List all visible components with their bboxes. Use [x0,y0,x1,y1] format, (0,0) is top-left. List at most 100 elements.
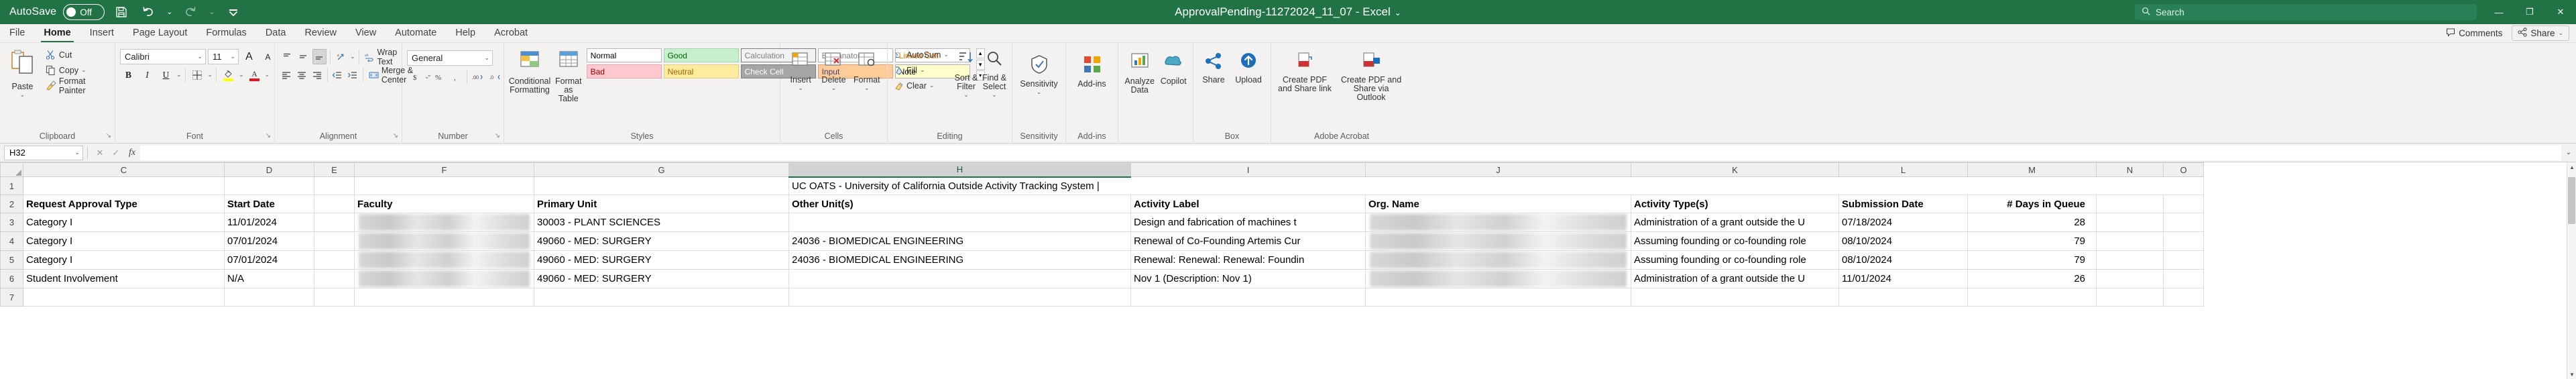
close-button[interactable]: ✕ [2545,0,2576,24]
grid-cell[interactable] [534,288,789,307]
copy-button[interactable]: Copy ⌄ [44,63,110,77]
grid-cell[interactable]: N/A [224,269,314,288]
confirm-edit-button[interactable]: ✓ [108,148,124,158]
increase-indent-icon[interactable] [346,67,359,83]
tab-data[interactable]: Data [256,23,296,42]
spreadsheet-grid[interactable]: CDEFGHIJKLMNO 1 UC OATS - University of C… [0,162,2576,379]
grid-cell[interactable] [2096,250,2164,270]
grid-cell[interactable] [2096,231,2164,251]
italic-button[interactable]: I [139,67,156,83]
font-dialog-launcher[interactable]: ↘ [266,130,271,142]
redacted-cell[interactable] [354,231,534,251]
row-header-3[interactable]: 3 [0,213,23,232]
sort-filter-button[interactable]: Sort & Filter ⌄ [953,48,979,99]
grid-cell[interactable] [1838,288,1968,307]
grid-cell[interactable] [314,269,355,288]
percent-style-icon[interactable]: % [430,69,447,85]
tab-file[interactable]: File [0,23,34,42]
alignment-dialog-launcher[interactable]: ↘ [393,130,398,142]
grid-cell[interactable]: Assuming founding or co-founding role [1631,250,1839,270]
underline-caret-icon[interactable]: ⌄ [176,71,182,78]
grid-cell[interactable]: Other Unit(s) [788,195,1131,213]
grid-cell[interactable]: Primary Unit [534,195,789,213]
grid-cell[interactable]: Renewal of Co-Founding Artemis Cur [1130,231,1366,251]
grid-cell[interactable] [1130,288,1366,307]
tab-page-layout[interactable]: Page Layout [123,23,196,42]
cell-style-bad[interactable]: Bad [586,64,662,78]
minimize-button[interactable]: — [2483,0,2514,24]
grid-cell[interactable] [1967,288,2097,307]
text-orientation-icon[interactable]: a [334,49,348,64]
row-header-6[interactable]: 6 [0,269,23,288]
grid-cell[interactable] [314,231,355,251]
increase-font-size-button[interactable]: A [241,49,257,64]
fill-button[interactable]: Fill ⌄ [892,63,951,77]
grid-cell[interactable] [2163,269,2204,288]
share-caret-icon[interactable]: ⌄ [2558,30,2563,37]
grid-cell[interactable] [224,288,314,307]
font-size-combo[interactable]: 11 ⌄ [208,49,239,64]
grid-cell[interactable]: 08/10/2024 [1838,250,1968,270]
grid-cell[interactable] [2163,288,2204,307]
font-name-caret-icon[interactable]: ⌄ [197,53,202,60]
grid-cell[interactable]: Design and fabrication of machines t [1130,213,1366,232]
grid-cell[interactable]: Student Involvement [23,269,225,288]
paste-button[interactable]: Paste ⌄ [5,47,40,99]
grid-cell[interactable]: 11/01/2024 [1838,269,1968,288]
redacted-cell[interactable] [354,213,534,232]
formula-input[interactable] [140,145,2561,160]
grid-cell[interactable]: Start Date [224,195,314,213]
clear-caret-icon[interactable]: ⌄ [929,82,935,89]
grid-cell[interactable] [23,176,225,195]
grid-cell[interactable]: Activity Type(s) [1631,195,1839,213]
fill-caret-icon[interactable]: ⌄ [920,66,925,74]
vertical-scrollbar[interactable]: ▲ ▼ [2567,162,2576,379]
tab-view[interactable]: View [346,23,386,42]
column-header-L[interactable]: L [1838,162,1968,177]
borders-icon[interactable] [189,67,206,83]
redacted-cell[interactable] [1365,213,1631,232]
grid-cell[interactable]: 79 [1967,250,2097,270]
grid-cell[interactable]: Request Approval Type [23,195,225,213]
grid-cell[interactable]: 24036 - BIOMEDICAL ENGINEERING [788,231,1131,251]
column-header-G[interactable]: G [534,162,789,177]
grid-cell[interactable]: 30003 - PLANT SCIENCES [534,213,789,232]
grid-cell[interactable]: Nov 1 (Description: Nov 1) [1130,269,1366,288]
grid-cell[interactable] [1365,288,1631,307]
addins-button[interactable]: Add-ins [1072,52,1112,89]
tab-help[interactable]: Help [446,23,485,42]
grid-cell[interactable]: Org. Name [1365,195,1631,213]
row-header-4[interactable]: 4 [0,231,23,251]
fill-color-icon[interactable] [220,67,237,83]
row-header-1[interactable]: 1 [0,176,23,195]
expand-formula-bar-caret-icon[interactable]: ⌄ [2561,149,2576,156]
column-header-C[interactable]: C [23,162,225,177]
align-right-icon[interactable] [310,67,324,83]
number-format-caret-icon[interactable]: ⌄ [484,54,489,62]
grid-cell[interactable]: 49060 - MED: SURGERY [534,250,789,270]
redacted-cell[interactable] [354,250,534,270]
column-header-D[interactable]: D [224,162,314,177]
cell-style-neutral[interactable]: Neutral [663,64,739,78]
paste-caret-icon[interactable]: ⌄ [20,91,25,99]
search-input[interactable]: Search [2135,4,2477,20]
grid-cell[interactable]: 07/18/2024 [1838,213,1968,232]
fill-color-caret-icon[interactable]: ⌄ [239,71,244,78]
borders-caret-icon[interactable]: ⌄ [208,71,213,78]
grid-cell[interactable] [314,288,355,307]
find-select-caret-icon[interactable]: ⌄ [992,91,997,99]
increase-decimal-icon[interactable]: .00 [469,69,486,85]
grid-cell[interactable] [2096,269,2164,288]
decrease-font-size-button[interactable]: A [259,49,276,64]
cancel-edit-button[interactable]: ✕ [92,148,108,158]
grid-cell[interactable]: # Days in Queue [1967,195,2097,213]
sensitivity-caret-icon[interactable]: ⌄ [1037,89,1042,96]
column-header-K[interactable]: K [1631,162,1839,177]
scrollbar-thumb[interactable] [2568,177,2575,224]
clear-button[interactable]: Clear ⌄ [892,78,951,93]
copy-caret-icon[interactable]: ⌄ [81,66,86,74]
column-header-O[interactable]: O [2163,162,2204,177]
banner-cell[interactable]: UC OATS - University of California Outsi… [788,176,2204,195]
redacted-cell[interactable] [1365,269,1631,288]
column-header-I[interactable]: I [1130,162,1366,177]
